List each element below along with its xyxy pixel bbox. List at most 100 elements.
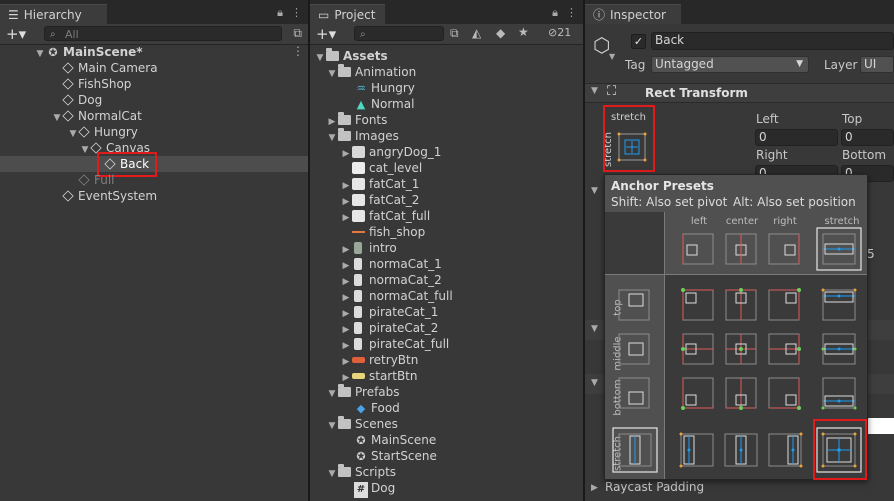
asset-item[interactable]: # Dog (354, 480, 395, 498)
preset-middle-center[interactable] (725, 333, 757, 365)
preset-middle-stretch[interactable] (821, 333, 857, 365)
asset-item[interactable]: fish_shop (352, 224, 425, 240)
preset-stretch-left[interactable] (679, 432, 714, 468)
list-item[interactable]: EventSystem (62, 188, 157, 204)
preset-bottom-none[interactable] (618, 377, 650, 409)
search-scope-icon[interactable]: ⧉ (293, 26, 302, 41)
rect-transform-header[interactable]: ▼ ⛶ Rect Transform (585, 83, 894, 103)
project-search-input[interactable]: ⌕ (354, 26, 444, 41)
asset-item[interactable]: ▶ angryDog_1 (340, 144, 442, 162)
hidden-packages-icon[interactable]: ⊘21 (548, 26, 571, 39)
scene-more-icon[interactable]: ⋮ (292, 44, 304, 58)
hierarchy-search-input[interactable]: ⌕ All (44, 26, 282, 41)
asset-item[interactable]: ◆ Food (354, 400, 400, 416)
preset-stretch-center[interactable] (724, 433, 758, 467)
preset-top-stretch[interactable] (821, 288, 857, 321)
folder-item[interactable]: ▶ Fonts (326, 112, 387, 128)
asset-item[interactable]: ▶ pirateCat_1 (340, 304, 439, 320)
preset-middle-none[interactable] (618, 333, 650, 365)
preset-none-center[interactable] (725, 233, 757, 265)
asset-item[interactable]: ▶ pirateCat_2 (340, 320, 439, 336)
asset-item[interactable]: ▶ fatCat_full (340, 208, 431, 226)
preset-top-right[interactable] (768, 288, 801, 321)
more-menu-icon[interactable]: ⋮ (566, 6, 577, 20)
layer-dropdown[interactable]: UI (860, 56, 894, 73)
list-item[interactable]: Full (78, 172, 115, 188)
expand-arrow-icon[interactable]: ▼ (326, 66, 338, 82)
list-item[interactable]: FishShop (62, 76, 131, 92)
expand-arrow-icon[interactable]: ▼ (326, 386, 338, 402)
asset-item[interactable]: ▶ intro (340, 240, 397, 256)
active-checkbox[interactable]: ✓ (631, 34, 646, 49)
tab-hierarchy[interactable]: ☰ Hierarchy (0, 4, 107, 24)
preset-none-right[interactable] (768, 233, 800, 265)
folder-item[interactable]: ▼ Prefabs (326, 384, 400, 400)
preset-middle-right[interactable] (768, 333, 801, 365)
preset-bottom-stretch[interactable] (821, 377, 857, 410)
color-swatch-field[interactable] (868, 418, 894, 434)
favorite-star-icon[interactable]: ★ (518, 25, 529, 39)
folder-item[interactable]: ▼ Scripts (326, 464, 396, 480)
preset-bottom-center[interactable] (725, 377, 757, 410)
expand-arrow-icon[interactable]: ▼ (591, 378, 598, 388)
preset-none-stretch[interactable] (816, 227, 862, 271)
top-field[interactable]: 0 (841, 129, 894, 146)
create-button[interactable]: +▾ (6, 25, 26, 43)
asset-item[interactable]: ✪ MainScene (354, 432, 436, 448)
list-item[interactable]: ▼ NormalCat (51, 108, 142, 124)
asset-item[interactable]: ✪ StartScene (354, 448, 437, 464)
expand-arrow-icon[interactable]: ▼ (326, 130, 338, 146)
expand-arrow-icon[interactable]: ▼ (326, 466, 338, 482)
more-menu-icon[interactable]: ⋮ (291, 6, 302, 20)
folder-item[interactable]: ▼ Scenes (326, 416, 398, 432)
filter-by-label-icon[interactable]: ◆ (496, 26, 505, 40)
expand-arrow-icon[interactable]: ▼ (591, 86, 598, 96)
asset-item[interactable]: ▲ Normal (354, 96, 415, 112)
asset-item[interactable]: ▶ startBtn (340, 368, 418, 384)
asset-item[interactable]: ♒ Hungry (354, 80, 415, 96)
left-field[interactable]: 0 (755, 129, 838, 146)
preset-top-left[interactable] (681, 288, 714, 321)
asset-item[interactable]: ▶ retryBtn (340, 352, 419, 368)
expand-arrow-icon[interactable]: ▼ (51, 110, 63, 126)
asset-item[interactable]: ▶ pirateCat_full (340, 336, 450, 352)
asset-item[interactable]: cat_level (352, 160, 422, 176)
preset-top-none[interactable] (618, 289, 650, 321)
tag-dropdown[interactable]: Untagged ▼ (651, 56, 809, 73)
tab-project[interactable]: ▭ Project (310, 4, 385, 24)
icon-dropdown-arrow-icon[interactable]: ▼ (609, 52, 615, 61)
expand-arrow-icon[interactable]: ▼ (67, 126, 79, 142)
create-button[interactable]: +▾ (316, 25, 336, 43)
expand-arrow-icon[interactable]: ▼ (591, 324, 598, 334)
preset-none-left[interactable] (682, 233, 714, 265)
expand-arrow-icon[interactable]: ▼ (314, 50, 326, 66)
preset-bottom-right[interactable] (768, 377, 801, 410)
collapse-arrow-icon[interactable]: ▶ (340, 146, 352, 162)
lock-icon[interactable]: 🔒︎ (552, 6, 558, 20)
asset-item[interactable]: ▶ normaCat_full (340, 288, 453, 304)
preset-stretch-right[interactable] (768, 432, 803, 468)
asset-item[interactable]: ▶ fatCat_2 (340, 192, 420, 208)
tab-inspector[interactable]: ⓘ Inspector (585, 4, 681, 24)
asset-item[interactable]: ▶ fatCat_1 (340, 176, 420, 192)
list-item[interactable]: ▼ Hungry (67, 124, 138, 140)
collapse-arrow-icon[interactable]: ▶ (591, 483, 598, 493)
preset-stretch-none[interactable] (612, 427, 658, 473)
expand-arrow-icon[interactable]: ▼ (34, 46, 46, 62)
asset-item[interactable]: ▶ normaCat_2 (340, 272, 442, 288)
preset-top-center[interactable] (725, 288, 757, 321)
list-item[interactable]: Main Camera (62, 60, 158, 76)
scene-row[interactable]: ▼ ✪ MainScene* (34, 44, 143, 60)
search-by-type-icon[interactable]: ⧉ (450, 26, 459, 41)
list-item[interactable]: Dog (62, 92, 102, 108)
object-name-field[interactable]: Back (651, 32, 894, 50)
lock-icon[interactable]: 🔒︎ (277, 6, 283, 20)
asset-item[interactable]: ▶ normaCat_1 (340, 256, 442, 272)
filter-by-type-icon[interactable]: ◭ (472, 26, 481, 40)
collapse-arrow-icon[interactable]: ▶ (340, 210, 352, 226)
preset-middle-left[interactable] (681, 333, 714, 365)
expand-arrow-icon[interactable]: ▼ (79, 142, 91, 158)
preset-bottom-left[interactable] (681, 377, 714, 410)
folder-item[interactable]: ▼ Images (326, 128, 399, 144)
folder-item[interactable]: ▼ Animation (326, 64, 416, 80)
